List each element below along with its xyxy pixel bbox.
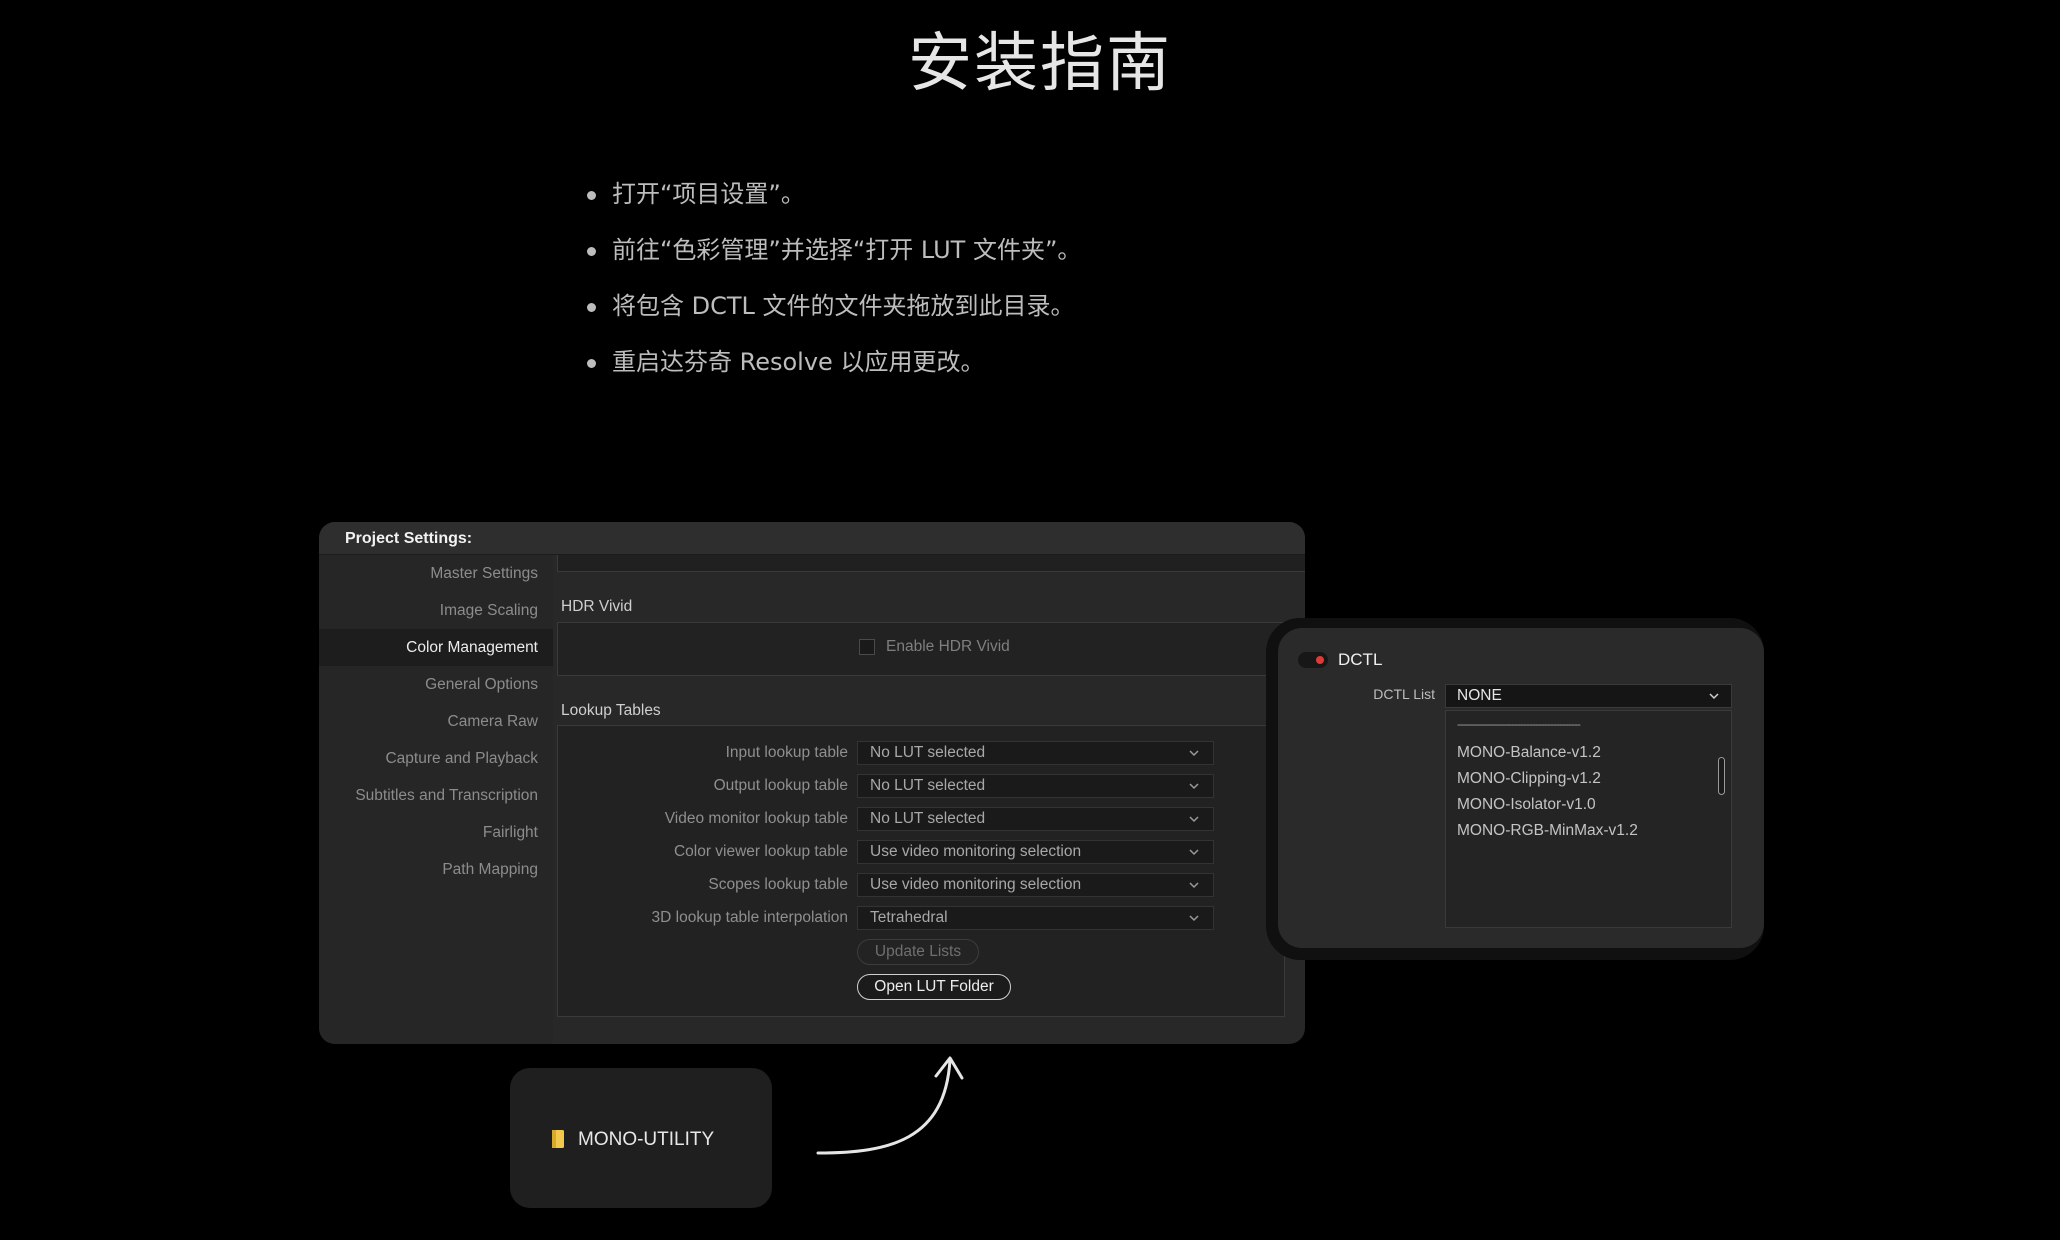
chevron-down-icon xyxy=(1189,882,1199,889)
dctl-scrollbar[interactable] xyxy=(1718,757,1725,795)
folder-icon xyxy=(552,1130,564,1148)
input-lut-select[interactable]: No LUT selected xyxy=(857,741,1214,765)
lut-row: Input lookup table xyxy=(558,741,848,765)
page-title: 安装指南 xyxy=(908,27,1172,101)
interpolation-label: 3D lookup table interpolation xyxy=(651,909,848,926)
sidebar-item-image-scaling[interactable]: Image Scaling xyxy=(319,592,553,629)
dctl-separator: ----------------------------------------… xyxy=(1457,717,1581,731)
video-monitor-lut-label: Video monitor lookup table xyxy=(664,810,848,827)
output-lut-select[interactable]: No LUT selected xyxy=(857,774,1214,798)
step-item: 打开“项目设置”。 xyxy=(580,170,1081,226)
page: 安装指南 打开“项目设置”。 前往“色彩管理”并选择“打开 LUT 文件夹”。 … xyxy=(0,0,2060,1240)
sidebar-item-capture-and-playback[interactable]: Capture and Playback xyxy=(319,740,553,777)
interpolation-select[interactable]: Tetrahedral xyxy=(857,906,1214,930)
step-item: 前往“色彩管理”并选择“打开 LUT 文件夹”。 xyxy=(580,226,1081,282)
lut-row: Scopes lookup table xyxy=(558,873,848,897)
sidebar-item-fairlight[interactable]: Fairlight xyxy=(319,814,553,851)
lut-row: Output lookup table xyxy=(558,774,848,798)
project-settings-header: Project Settings: xyxy=(319,522,1305,555)
dctl-list-select[interactable]: NONE xyxy=(1445,684,1732,708)
dctl-option[interactable]: MONO-RGB-MinMax-v1.2 xyxy=(1457,822,1638,840)
sidebar-item-path-mapping[interactable]: Path Mapping xyxy=(319,851,553,888)
video-monitor-lut-select[interactable]: No LUT selected xyxy=(857,807,1214,831)
dctl-option[interactable]: MONO-Clipping-v1.2 xyxy=(1457,770,1601,788)
dctl-option[interactable]: MONO-Balance-v1.2 xyxy=(1457,744,1601,762)
open-lut-folder-button[interactable]: Open LUT Folder xyxy=(857,974,1011,1000)
dctl-toggle[interactable] xyxy=(1298,652,1328,668)
step-item: 将包含 DCTL 文件的文件夹拖放到此目录。 xyxy=(580,282,1081,338)
scopes-lut-select[interactable]: Use video monitoring selection xyxy=(857,873,1214,897)
settings-sidebar: Master Settings Image Scaling Color Mana… xyxy=(319,555,553,1044)
lut-section-label: Lookup Tables xyxy=(561,702,661,719)
sidebar-item-master-settings[interactable]: Master Settings xyxy=(319,555,553,592)
dctl-list-label: DCTL List xyxy=(1373,686,1435,702)
sidebar-item-camera-raw[interactable]: Camera Raw xyxy=(319,703,553,740)
hdr-section-box: Enable HDR Vivid xyxy=(557,622,1285,676)
previous-section-box xyxy=(557,555,1305,572)
lut-row: 3D lookup table interpolation xyxy=(558,906,848,930)
color-viewer-lut-select[interactable]: Use video monitoring selection xyxy=(857,840,1214,864)
folder-name: MONO-UTILITY xyxy=(578,1129,715,1150)
folder-card[interactable]: MONO-UTILITY xyxy=(510,1068,772,1208)
lut-row: Color viewer lookup table xyxy=(558,840,848,864)
sidebar-item-subtitles[interactable]: Subtitles and Transcription xyxy=(319,777,553,814)
dctl-dropdown-list: ----------------------------------------… xyxy=(1445,710,1732,928)
chevron-down-icon xyxy=(1189,849,1199,856)
hdr-section-label: HDR Vivid xyxy=(561,598,633,615)
chevron-down-icon xyxy=(1189,915,1199,922)
update-lists-button[interactable]: Update Lists xyxy=(857,939,979,965)
sidebar-item-general-options[interactable]: General Options xyxy=(319,666,553,703)
lut-row: Video monitor lookup table xyxy=(558,807,848,831)
settings-main: HDR Vivid Enable HDR Vivid Lookup Tables… xyxy=(553,555,1305,1044)
enable-hdr-checkbox[interactable] xyxy=(859,639,875,655)
color-viewer-lut-label: Color viewer lookup table xyxy=(673,843,848,860)
output-lut-label: Output lookup table xyxy=(713,777,848,794)
drag-arrow-icon xyxy=(816,1056,964,1155)
toggle-indicator-icon xyxy=(1316,656,1324,664)
step-item: 重启达芬奇 Resolve 以应用更改。 xyxy=(580,338,1081,394)
dctl-title: DCTL xyxy=(1338,650,1383,669)
install-steps: 打开“项目设置”。 前往“色彩管理”并选择“打开 LUT 文件夹”。 将包含 D… xyxy=(580,170,1081,394)
chevron-down-icon xyxy=(1189,783,1199,790)
chevron-down-icon xyxy=(1189,750,1199,757)
dctl-option[interactable]: MONO-Isolator-v1.0 xyxy=(1457,796,1596,814)
project-settings-title: Project Settings: xyxy=(345,530,473,547)
input-lut-label: Input lookup table xyxy=(725,744,848,761)
project-settings-panel: Project Settings: Master Settings Image … xyxy=(319,522,1305,1044)
enable-hdr-label: Enable HDR Vivid xyxy=(886,638,1010,655)
chevron-down-icon xyxy=(1709,693,1719,700)
sidebar-item-color-management[interactable]: Color Management xyxy=(319,629,553,666)
scopes-lut-label: Scopes lookup table xyxy=(708,876,848,893)
lut-section-box: Input lookup table No LUT selected Outpu… xyxy=(557,725,1285,1017)
dctl-panel: DCTL DCTL List NONE --------------------… xyxy=(1278,628,1764,948)
chevron-down-icon xyxy=(1189,816,1199,823)
